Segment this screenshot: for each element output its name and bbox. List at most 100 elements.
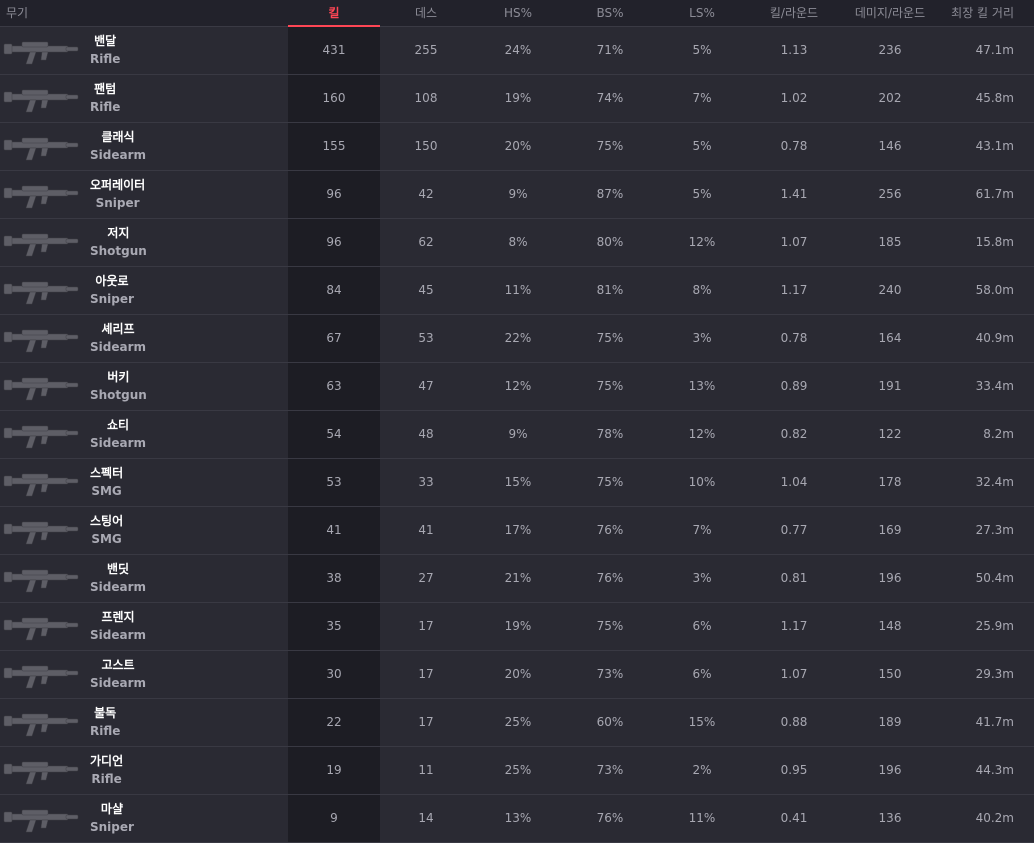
header-ls[interactable]: LS% bbox=[656, 0, 748, 27]
kills-cell: 35 bbox=[288, 602, 380, 651]
header-bs[interactable]: BS% bbox=[564, 0, 656, 27]
table-row-15[interactable]: 불독 Rifle 22 17 25% 60% 15% 0.88 189 41.7… bbox=[0, 698, 1034, 747]
ls-cell: 13% bbox=[656, 362, 748, 411]
deaths-cell: 17 bbox=[380, 602, 472, 651]
table-row-7[interactable]: 셰리프 Sidearm 67 53 22% 75% 3% 0.78 164 40… bbox=[0, 314, 1034, 363]
deaths-cell: 62 bbox=[380, 218, 472, 267]
kills-per-round-cell: 0.81 bbox=[748, 554, 840, 603]
table-row-17[interactable]: 마샬 Sniper 9 14 13% 76% 11% 0.41 136 40.2… bbox=[0, 794, 1034, 843]
kills-cell: 67 bbox=[288, 314, 380, 363]
weapon-type: Rifle bbox=[90, 724, 121, 738]
table-row-8[interactable]: 버키 Shotgun 63 47 12% 75% 13% 0.89 191 33… bbox=[0, 362, 1034, 411]
deaths-cell: 14 bbox=[380, 794, 472, 843]
header-kills[interactable]: 킬 bbox=[288, 0, 380, 27]
weapon-type: Sidearm bbox=[90, 676, 147, 690]
header-weapon[interactable]: 무기 bbox=[0, 0, 288, 27]
kills-per-round-cell: 0.82 bbox=[748, 410, 840, 459]
damage-per-round-cell: 169 bbox=[840, 506, 940, 555]
ls-cell: 5% bbox=[656, 170, 748, 219]
table-row-12[interactable]: 밴딧 Sidearm 38 27 21% 76% 3% 0.81 196 50.… bbox=[0, 554, 1034, 603]
longest-kill-cell: 25.9m bbox=[940, 602, 1034, 651]
damage-per-round-cell: 256 bbox=[840, 170, 940, 219]
deaths-cell: 47 bbox=[380, 362, 472, 411]
hs-cell: 15% bbox=[472, 458, 564, 507]
weapon-name: 저지 bbox=[107, 226, 130, 240]
bs-cell: 73% bbox=[564, 746, 656, 795]
longest-kill-cell: 44.3m bbox=[940, 746, 1034, 795]
longest-kill-cell: 45.8m bbox=[940, 74, 1034, 123]
header-hs[interactable]: HS% bbox=[472, 0, 564, 27]
weapon-name: 프렌지 bbox=[101, 610, 135, 624]
hs-cell: 24% bbox=[472, 26, 564, 75]
hs-cell: 20% bbox=[472, 650, 564, 699]
bulldog-icon bbox=[3, 713, 79, 737]
deaths-cell: 17 bbox=[380, 698, 472, 747]
judge-icon bbox=[3, 233, 79, 257]
kills-cell: 30 bbox=[288, 650, 380, 699]
longest-kill-cell: 40.2m bbox=[940, 794, 1034, 843]
table-row-14[interactable]: 고스트 Sidearm 30 17 20% 73% 6% 1.07 150 29… bbox=[0, 650, 1034, 699]
stinger-icon bbox=[3, 521, 79, 545]
table-row-16[interactable]: 가디언 Rifle 19 11 25% 73% 2% 0.95 196 44.3… bbox=[0, 746, 1034, 795]
ls-cell: 7% bbox=[656, 506, 748, 555]
weapon-type: Rifle bbox=[90, 52, 121, 66]
weapon-name: 클래식 bbox=[101, 130, 135, 144]
kills-cell: 54 bbox=[288, 410, 380, 459]
header-kills-per-round[interactable]: 킬/라운드 bbox=[748, 0, 840, 27]
weapon-cell: 불독 Rifle bbox=[0, 698, 288, 747]
table-row-3[interactable]: 클래식 Sidearm 155 150 20% 75% 5% 0.78 146 … bbox=[0, 122, 1034, 171]
weapon-cell: 프렌지 Sidearm bbox=[0, 602, 288, 651]
longest-kill-cell: 33.4m bbox=[940, 362, 1034, 411]
kills-per-round-cell: 1.07 bbox=[748, 218, 840, 267]
longest-kill-cell: 43.1m bbox=[940, 122, 1034, 171]
kills-cell: 38 bbox=[288, 554, 380, 603]
header-deaths[interactable]: 데스 bbox=[380, 0, 472, 27]
bs-cell: 71% bbox=[564, 26, 656, 75]
weapon-name: 스펙터 bbox=[90, 466, 124, 480]
table-row-1[interactable]: 밴달 Rifle 431 255 24% 71% 5% 1.13 236 47.… bbox=[0, 26, 1034, 75]
weapon-cell: 클래식 Sidearm bbox=[0, 122, 288, 171]
hs-cell: 9% bbox=[472, 410, 564, 459]
kills-per-round-cell: 0.95 bbox=[748, 746, 840, 795]
table-row-4[interactable]: 오퍼레이터 Sniper 96 42 9% 87% 5% 1.41 256 61… bbox=[0, 170, 1034, 219]
weapon-type: Sniper bbox=[90, 292, 134, 306]
table-header-row: 무기 킬 데스 HS% BS% LS% 킬/라운드 데미지/라운드 최장 킬 거… bbox=[0, 0, 1034, 27]
hs-cell: 17% bbox=[472, 506, 564, 555]
table-body: 밴달 Rifle 431 255 24% 71% 5% 1.13 236 47.… bbox=[0, 26, 1034, 843]
header-longest-kill[interactable]: 최장 킬 거리 bbox=[940, 0, 1034, 27]
ls-cell: 8% bbox=[656, 266, 748, 315]
table-row-2[interactable]: 팬텀 Rifle 160 108 19% 74% 7% 1.02 202 45.… bbox=[0, 74, 1034, 123]
header-damage-per-round[interactable]: 데미지/라운드 bbox=[840, 0, 940, 27]
weapon-name: 아웃로 bbox=[95, 274, 129, 288]
table-row-13[interactable]: 프렌지 Sidearm 35 17 19% 75% 6% 1.17 148 25… bbox=[0, 602, 1034, 651]
longest-kill-cell: 27.3m bbox=[940, 506, 1034, 555]
table-row-5[interactable]: 저지 Shotgun 96 62 8% 80% 12% 1.07 185 15.… bbox=[0, 218, 1034, 267]
bs-cell: 76% bbox=[564, 554, 656, 603]
damage-per-round-cell: 122 bbox=[840, 410, 940, 459]
table-row-11[interactable]: 스팅어 SMG 41 41 17% 76% 7% 0.77 169 27.3m bbox=[0, 506, 1034, 555]
weapon-type: Rifle bbox=[90, 100, 121, 114]
weapon-name: 마샬 bbox=[100, 802, 124, 816]
weapon-type: Sniper bbox=[95, 196, 140, 210]
ls-cell: 12% bbox=[656, 218, 748, 267]
hs-cell: 19% bbox=[472, 74, 564, 123]
weapon-name: 버키 bbox=[107, 370, 130, 384]
shorty-icon bbox=[3, 425, 79, 449]
table-row-9[interactable]: 쇼티 Sidearm 54 48 9% 78% 12% 0.82 122 8.2… bbox=[0, 410, 1034, 459]
table-row-10[interactable]: 스펙터 SMG 53 33 15% 75% 10% 1.04 178 32.4m bbox=[0, 458, 1034, 507]
marshal-icon bbox=[3, 809, 79, 833]
weapon-name: 밴달 bbox=[94, 34, 117, 48]
kills-cell: 431 bbox=[288, 26, 380, 75]
ls-cell: 15% bbox=[656, 698, 748, 747]
weapon-name: 오퍼레이터 bbox=[90, 178, 146, 192]
hs-cell: 20% bbox=[472, 122, 564, 171]
kills-cell: 53 bbox=[288, 458, 380, 507]
bs-cell: 75% bbox=[564, 602, 656, 651]
ls-cell: 11% bbox=[656, 794, 748, 843]
longest-kill-cell: 41.7m bbox=[940, 698, 1034, 747]
weapon-cell: 아웃로 Sniper bbox=[0, 266, 288, 315]
longest-kill-cell: 50.4m bbox=[940, 554, 1034, 603]
table-row-6[interactable]: 아웃로 Sniper 84 45 11% 81% 8% 1.17 240 58.… bbox=[0, 266, 1034, 315]
kills-cell: 41 bbox=[288, 506, 380, 555]
weapon-type: SMG bbox=[91, 532, 122, 546]
